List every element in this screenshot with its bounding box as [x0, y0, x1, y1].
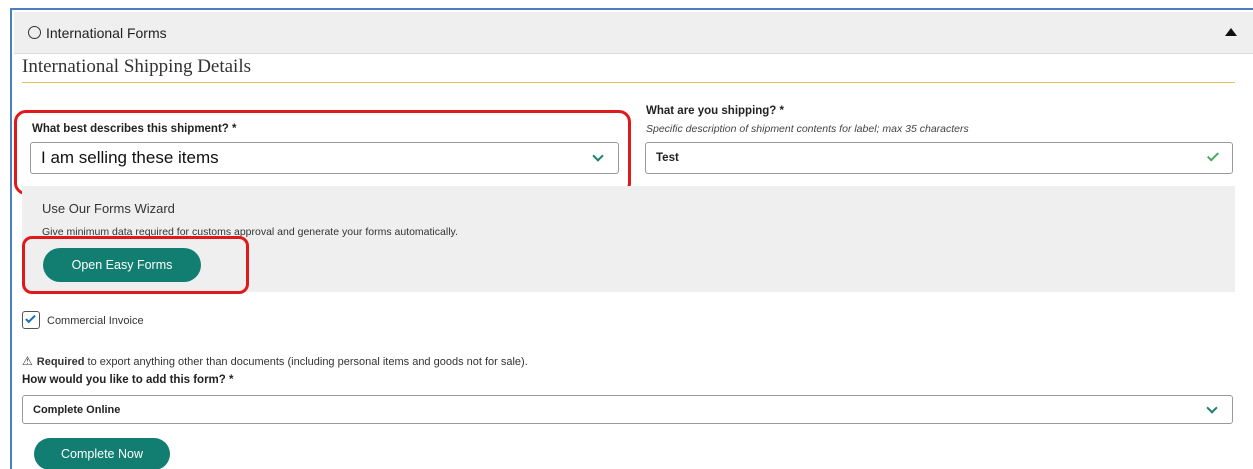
add-form-label: How would you like to add this form? *	[22, 374, 234, 386]
highlight-easy-forms	[22, 236, 249, 294]
valid-check-icon	[1206, 149, 1220, 162]
commercial-invoice-label: Commercial Invoice	[47, 315, 144, 327]
add-form-select[interactable]: Complete Online	[22, 395, 1233, 424]
contents-value: Test	[656, 152, 679, 164]
warning-icon: ⚠	[22, 354, 33, 368]
section-divider	[22, 82, 1235, 83]
chevron-down-icon	[1206, 402, 1218, 414]
caret-up-icon[interactable]	[1225, 28, 1237, 36]
accordion-header-international-forms[interactable]: International Forms	[14, 12, 1253, 54]
requirement-bold: Required	[36, 356, 85, 368]
highlight-shipment-type	[14, 110, 631, 195]
requirement-note: ⚠ Required to export anything other than …	[22, 354, 528, 368]
commercial-invoice-checkbox[interactable]	[22, 311, 40, 329]
checkmark-icon	[25, 312, 36, 324]
contents-helper: Specific description of shipment content…	[646, 123, 969, 135]
add-form-value: Complete Online	[33, 403, 121, 416]
accordion-title: International Forms	[46, 24, 167, 41]
complete-now-button[interactable]: Complete Now	[34, 438, 170, 469]
wizard-title: Use Our Forms Wizard	[42, 201, 175, 216]
radio-circle-icon	[28, 26, 41, 39]
requirement-text: to export anything other than documents …	[84, 356, 528, 368]
section-title: International Shipping Details	[22, 56, 252, 77]
contents-label: What are you shipping? *	[646, 105, 785, 117]
contents-input[interactable]: Test	[645, 142, 1233, 174]
